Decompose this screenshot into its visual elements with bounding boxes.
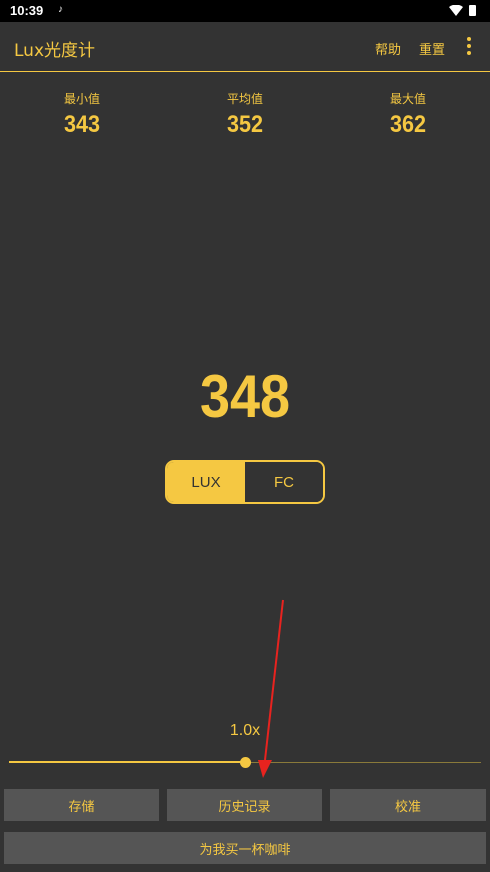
unit-lux-button[interactable]: LUX bbox=[167, 462, 245, 502]
stat-avg-value: 352 bbox=[226, 111, 264, 138]
stat-min-value: 343 bbox=[63, 111, 101, 138]
calibrate-button[interactable]: 校准 bbox=[330, 789, 486, 821]
history-button[interactable]: 历史记录 bbox=[167, 789, 322, 821]
app-title: Lux光度计 bbox=[14, 41, 96, 61]
status-bar: 10:39 ♪ bbox=[0, 0, 490, 22]
help-button[interactable]: 帮助 bbox=[375, 39, 401, 58]
note-icon: ♪ bbox=[58, 4, 63, 15]
more-vert-icon[interactable] bbox=[462, 37, 476, 57]
current-reading: 348 bbox=[199, 363, 291, 430]
zoom-label: 1.0x bbox=[229, 722, 261, 739]
status-time: 10:39 bbox=[10, 3, 44, 18]
stat-avg: 平均值 352 bbox=[185, 90, 305, 139]
buy-coffee-button[interactable]: 为我买一杯咖啡 bbox=[4, 832, 486, 864]
stat-max-value: 362 bbox=[389, 111, 427, 138]
zoom-slider[interactable] bbox=[9, 753, 481, 773]
stat-avg-label: 平均值 bbox=[226, 92, 263, 106]
stat-max-label: 最大值 bbox=[389, 92, 426, 106]
save-button[interactable]: 存储 bbox=[4, 789, 159, 821]
wifi-icon bbox=[449, 5, 463, 16]
stat-min-label: 最小值 bbox=[63, 92, 100, 106]
unit-toggle: LUX FC bbox=[165, 460, 325, 504]
reset-button[interactable]: 重置 bbox=[419, 39, 445, 58]
unit-fc-button[interactable]: FC bbox=[245, 462, 323, 502]
app-bar: Lux光度计 帮助 重置 bbox=[0, 22, 490, 72]
slider-thumb[interactable] bbox=[240, 757, 251, 768]
slider-fill bbox=[9, 761, 245, 763]
stat-max: 最大值 362 bbox=[348, 90, 468, 139]
stat-min: 最小值 343 bbox=[22, 90, 142, 139]
battery-icon bbox=[469, 5, 476, 16]
